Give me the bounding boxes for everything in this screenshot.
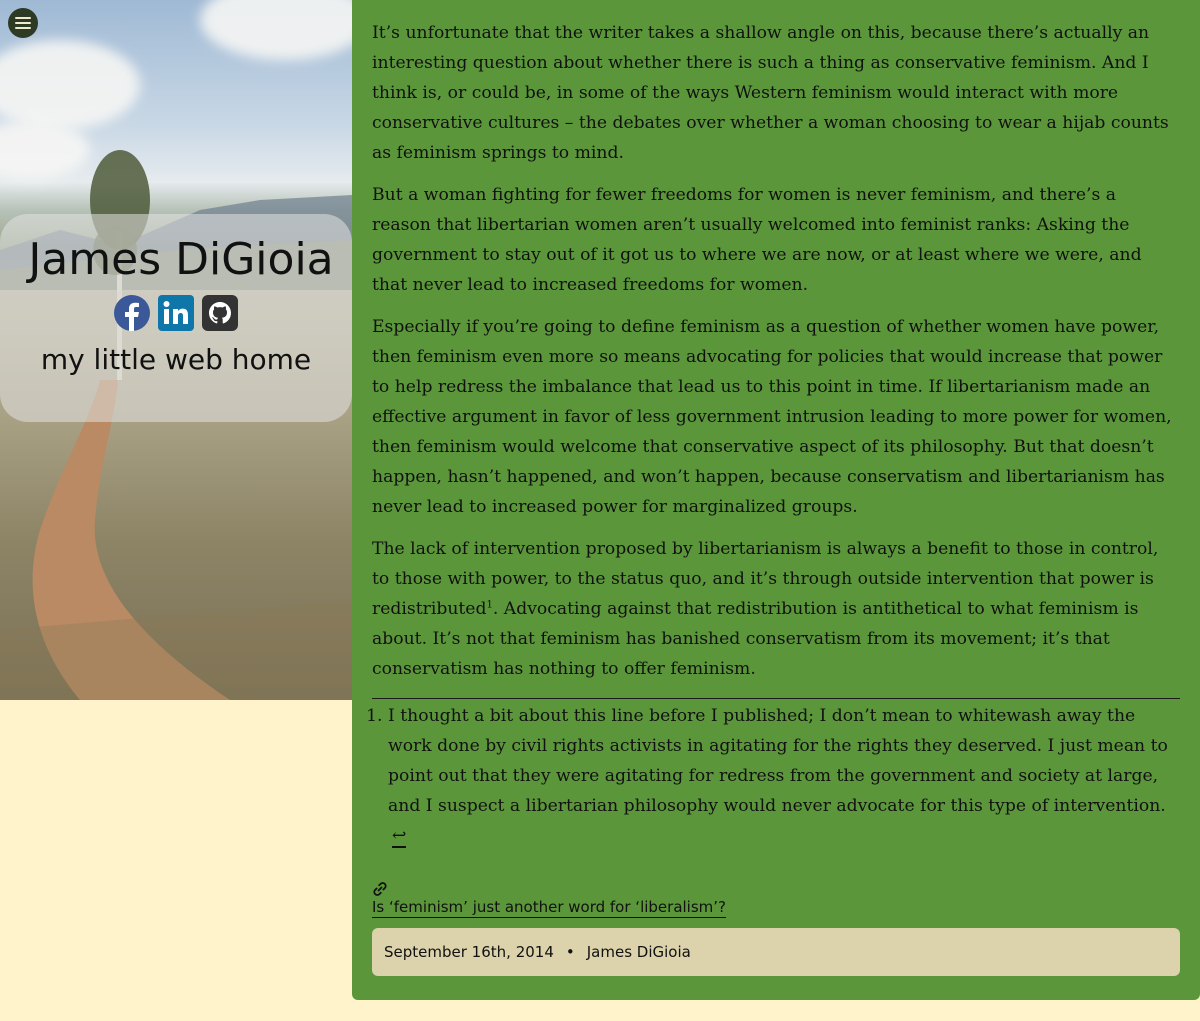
article-paragraph: But a woman fighting for fewer freedoms … [372, 185, 1142, 295]
article-paragraph: It’s unfortunate that the writer takes a… [372, 23, 1169, 163]
link-icon[interactable] [372, 881, 388, 897]
footnotes: I thought a bit about this line before I… [372, 698, 1180, 851]
dirt-path [0, 380, 352, 700]
post-title-link[interactable]: Is ‘feminism’ just another word for ‘lib… [372, 897, 727, 918]
facebook-icon [114, 295, 150, 331]
linkedin-icon [158, 295, 194, 331]
post-author[interactable]: James DiGioia [587, 943, 691, 961]
paragraph-text: . Advocating against that redistribution… [372, 599, 1139, 679]
github-icon [202, 295, 238, 331]
site-tagline: my little web home [40, 343, 312, 376]
meta-separator: • [565, 943, 575, 961]
post-meta: September 16th, 2014 • James DiGioia [372, 928, 1180, 976]
footnote-item: I thought a bit about this line before I… [388, 701, 1180, 851]
article: It’s unfortunate that the writer takes a… [352, 0, 1200, 1000]
article-paragraph: The lack of intervention proposed by lib… [372, 534, 1180, 684]
permalink: Is ‘feminism’ just another word for ‘lib… [372, 881, 1180, 918]
site-header-card: James DiGioia my little web home [0, 214, 352, 422]
cloud [200, 0, 352, 60]
footnote-backref-link[interactable]: ↩ [392, 826, 407, 848]
article-paragraph: Especially if you’re going to define fem… [372, 317, 1172, 517]
github-link[interactable] [202, 295, 238, 331]
post-date: September 16th, 2014 [384, 943, 554, 961]
cloud [0, 40, 140, 130]
hero-image: James DiGioia my little web home [0, 0, 352, 700]
footnote-text: I thought a bit about this line before I… [388, 706, 1168, 816]
linkedin-link[interactable] [158, 295, 194, 331]
menu-button[interactable] [8, 8, 38, 38]
social-links [0, 295, 352, 331]
hamburger-menu-icon [15, 14, 31, 32]
facebook-link[interactable] [114, 295, 150, 331]
site-title[interactable]: James DiGioia [10, 234, 352, 285]
